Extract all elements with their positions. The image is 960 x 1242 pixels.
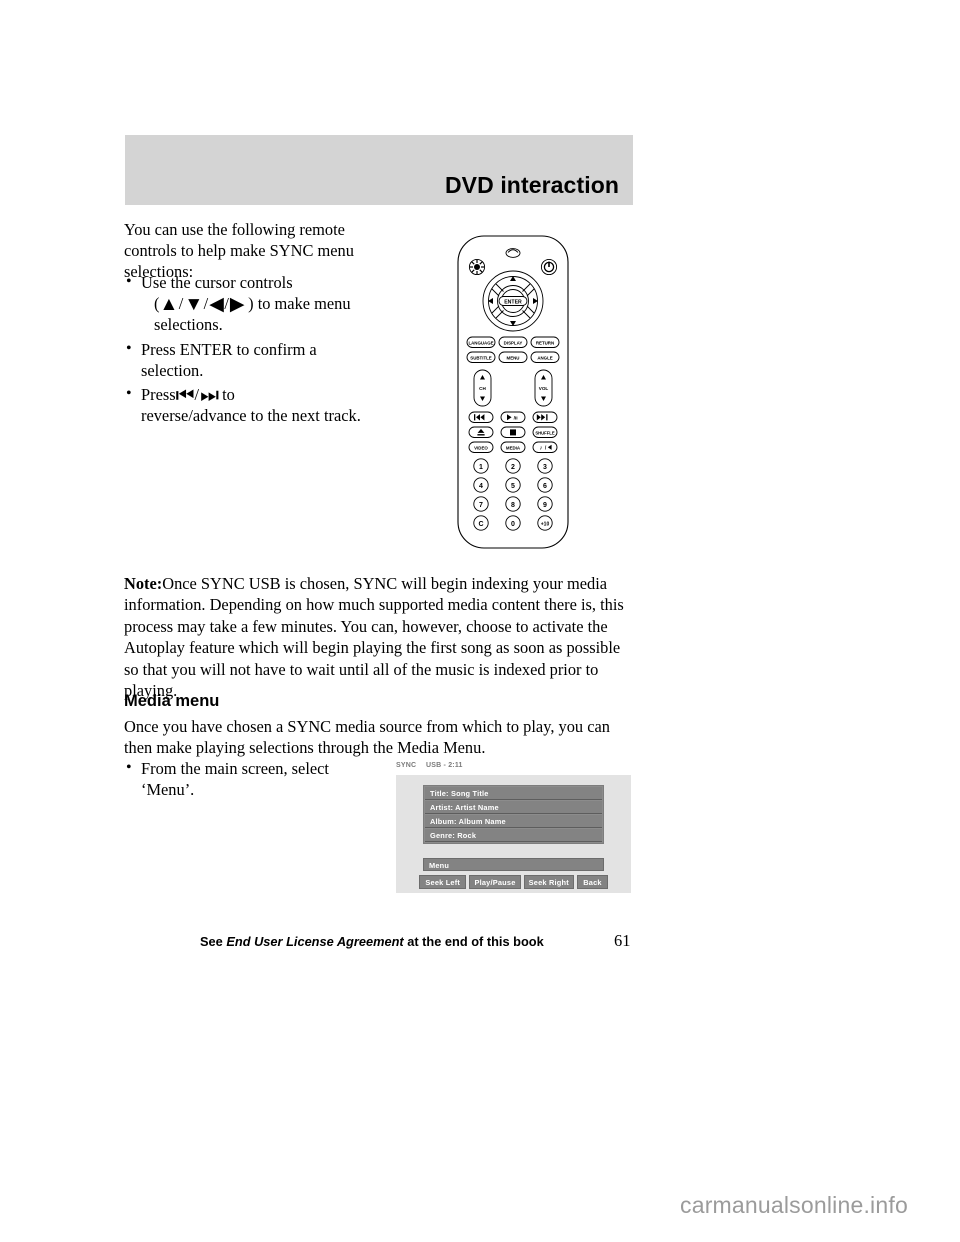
page-title: DVD interaction	[444, 172, 619, 198]
instruction-bullet-list: • Use the cursor controls (▲/▼/◀/▶ ) to …	[124, 272, 444, 429]
remote-control-svg: .ol { fill:#fff; stroke:#000; stroke-wid…	[457, 235, 569, 549]
track-info-row-genre: Genre: Rock	[425, 829, 602, 842]
bullet-enter-line1: Press ENTER to confirm a	[141, 339, 317, 359]
track-info-box: Title: Song Title Artist: Artist Name Al…	[423, 785, 604, 844]
bullet-enter-confirm: • Press ENTER to confirm a selection.	[124, 339, 444, 381]
bullet-item: • From the main screen, select ‘Menu’.	[124, 758, 374, 801]
site-watermark: carmanualsonline.info	[680, 1192, 908, 1218]
bullet-seek-track: • Press⏮/⏭ to reverse/advance to the nex…	[124, 384, 444, 426]
svg-text:C: C	[478, 521, 483, 528]
slash-3: /	[224, 294, 229, 314]
svg-text:3: 3	[543, 464, 547, 471]
sync-button-row: Seek Left Play/Pause Seek Right Back	[419, 875, 608, 889]
sync-menu-label: Menu	[429, 861, 450, 870]
seek-right-button[interactable]: Seek Right	[523, 875, 574, 889]
bullet-main-screen-menu: • From the main screen, select ‘Menu’.	[124, 758, 374, 804]
bullet-dot: •	[126, 759, 132, 776]
bullet-cursor-controls: • Use the cursor controls (▲/▼/◀/▶ ) to …	[124, 272, 444, 336]
track-info-row-artist: Artist: Artist Name	[425, 801, 602, 814]
row-text: Genre: Rock	[430, 831, 477, 840]
bullet-seek-line1: Press⏮/⏭ to	[141, 383, 235, 408]
sync-screen-body: Title: Song Title Artist: Artist Name Al…	[396, 775, 631, 893]
svg-text:ANGLE: ANGLE	[537, 355, 552, 360]
svg-text:1: 1	[479, 464, 483, 471]
svg-text:2: 2	[511, 464, 515, 471]
svg-text:+10: +10	[541, 521, 550, 527]
sync-source-label: SYNC	[396, 762, 417, 769]
page-number: 61	[614, 931, 631, 950]
svg-text:VIDEO: VIDEO	[474, 445, 488, 450]
sync-menu-button[interactable]: Menu	[423, 858, 604, 871]
bullet-cursor-line1: Use the cursor controls	[141, 273, 293, 292]
media-bullet-line1: From the main screen, select	[141, 759, 329, 778]
svg-text:LANGUAGE: LANGUAGE	[468, 340, 493, 345]
media-menu-paragraph: Once you have chosen a SYNC media source…	[124, 717, 610, 758]
track-info-row-title: Title: Song Title	[425, 787, 602, 800]
footer-see: See	[200, 934, 223, 949]
track-info-row-album: Album: Album Name	[425, 815, 602, 828]
manual-page: DVD interaction You can use the followin…	[0, 0, 960, 1242]
svg-text:SUBTITLE: SUBTITLE	[470, 355, 492, 360]
page-header-band: DVD interaction	[125, 135, 633, 205]
to-word: to	[222, 385, 235, 405]
section-heading-media-menu: Media menu	[124, 692, 220, 710]
svg-text:♪: ♪	[539, 445, 542, 451]
remote-control-illustration: .ol { fill:#fff; stroke:#000; stroke-wid…	[455, 233, 575, 553]
sync-screen-illustration: SYNC USB - 2:11 Title: Song Title Artist…	[392, 758, 635, 896]
svg-text:7: 7	[479, 502, 483, 509]
svg-text:VOL: VOL	[539, 386, 549, 391]
bullet-dot: •	[126, 385, 132, 403]
svg-text:5: 5	[511, 483, 515, 490]
svg-text:CH: CH	[479, 386, 486, 391]
footer-doc-title: End User License Agreement	[226, 934, 404, 949]
svg-text:SHUFFLE: SHUFFLE	[535, 430, 555, 435]
svg-text:DISPLAY: DISPLAY	[504, 340, 523, 345]
press-word: Press	[141, 385, 176, 405]
back-button[interactable]: Back	[576, 875, 608, 889]
bullet-cursor-suffix: ) to make menu	[248, 294, 351, 314]
footer-note: See End User License Agreement at the en…	[200, 934, 636, 949]
footer-tail: at the end of this book	[407, 934, 544, 949]
svg-text:MEDIA: MEDIA	[506, 445, 521, 450]
svg-text:0: 0	[511, 521, 515, 528]
svg-text:/II: /II	[514, 415, 519, 421]
svg-text:6: 6	[543, 483, 547, 490]
row-text: Title: Song Title	[430, 789, 489, 798]
svg-text:4: 4	[479, 483, 483, 490]
media-bullet-line2: ‘Menu’.	[141, 780, 195, 800]
bullet-cursor-line3: selections.	[154, 315, 223, 335]
row-text: Artist: Artist Name	[430, 803, 499, 812]
svg-text:RETURN: RETURN	[536, 340, 554, 345]
row-text: Album: Album Name	[430, 817, 506, 826]
svg-text:ENTER: ENTER	[504, 300, 522, 306]
sync-screen-statusbar: SYNC USB - 2:11	[392, 758, 635, 775]
note-label: Note:	[124, 574, 163, 593]
play-pause-button[interactable]: Play/Pause	[469, 875, 521, 889]
svg-text:8: 8	[511, 502, 515, 509]
bullet-enter-line2: selection.	[141, 360, 204, 380]
bullet-dot: •	[126, 339, 132, 357]
bullet-dot: •	[126, 273, 132, 290]
bullet-cursor-line2: (▲/▼/◀/▶ ) to make menu	[154, 294, 351, 316]
note-body: Once SYNC USB is chosen, SYNC will begin…	[124, 574, 624, 701]
note-paragraph: Note:Once SYNC USB is chosen, SYNC will …	[124, 573, 636, 701]
svg-text:9: 9	[543, 502, 547, 509]
svg-text:MENU: MENU	[507, 355, 520, 360]
sync-status-label: USB - 2:11	[426, 762, 463, 769]
seek-left-button[interactable]: Seek Left	[419, 875, 467, 889]
bullet-seek-line2: reverse/advance to the next track.	[141, 406, 361, 426]
